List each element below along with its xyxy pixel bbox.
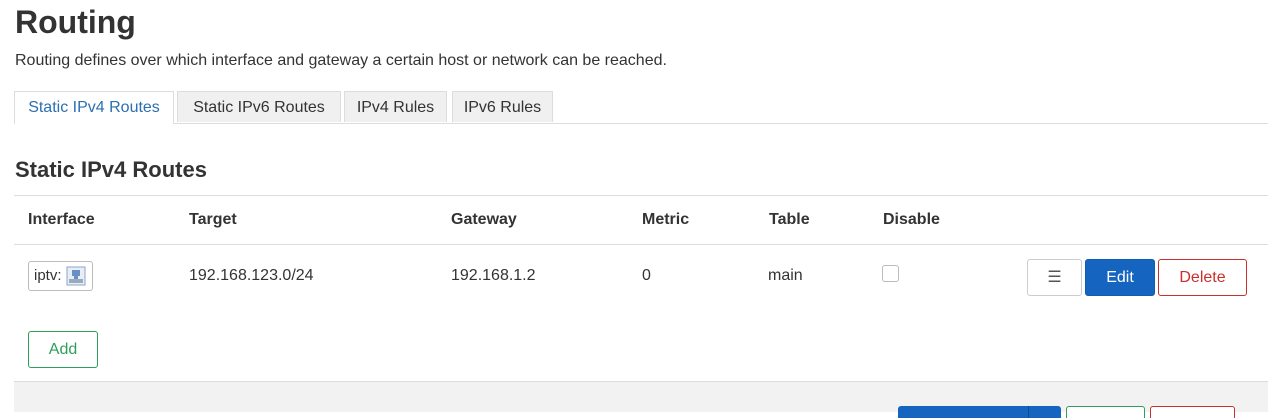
- cell-gateway: 192.168.1.2: [451, 267, 536, 284]
- cell-target: 192.168.123.0/24: [189, 267, 314, 284]
- column-header-metric: Metric: [642, 211, 690, 228]
- cell-metric: 0: [642, 267, 651, 284]
- network-port-icon: [66, 266, 86, 286]
- save-button[interactable]: [1066, 406, 1145, 418]
- column-header-interface: Interface: [28, 211, 95, 228]
- column-header-target: Target: [189, 211, 237, 228]
- reset-button[interactable]: [1150, 406, 1235, 418]
- interface-name: iptv:: [34, 267, 62, 284]
- edit-button[interactable]: Edit: [1085, 259, 1155, 296]
- column-header-gateway: Gateway: [451, 211, 517, 228]
- table-row: iptv: 192.168.123.0/24 192.168.1.2 0 mai…: [14, 245, 1268, 307]
- disable-checkbox[interactable]: [882, 265, 899, 282]
- tab-ipv6-rules[interactable]: IPv6 Rules: [452, 91, 553, 122]
- table-header: Interface Target Gateway Metric Table Di…: [14, 195, 1268, 245]
- add-button[interactable]: Add: [28, 331, 98, 368]
- interface-badge: iptv:: [28, 261, 93, 291]
- page-actions-footer: [14, 381, 1268, 418]
- tab-static-ipv4-routes[interactable]: Static IPv4 Routes: [14, 91, 174, 124]
- dropdown-split: [1028, 406, 1029, 418]
- save-apply-button[interactable]: [898, 406, 1061, 418]
- tab-ipv4-rules[interactable]: IPv4 Rules: [344, 91, 447, 122]
- delete-button[interactable]: Delete: [1158, 259, 1247, 296]
- page-description: Routing defines over which interface and…: [15, 52, 667, 69]
- tab-bar: Static IPv4 Routes Static IPv6 Routes IP…: [14, 91, 1268, 124]
- row-menu-button[interactable]: ☰: [1027, 259, 1082, 296]
- column-header-table: Table: [769, 211, 810, 228]
- column-header-disable: Disable: [883, 211, 940, 228]
- page-title: Routing: [15, 4, 136, 40]
- section-title: Static IPv4 Routes: [15, 157, 207, 182]
- tab-static-ipv6-routes[interactable]: Static IPv6 Routes: [177, 91, 341, 122]
- cell-table: main: [768, 267, 803, 284]
